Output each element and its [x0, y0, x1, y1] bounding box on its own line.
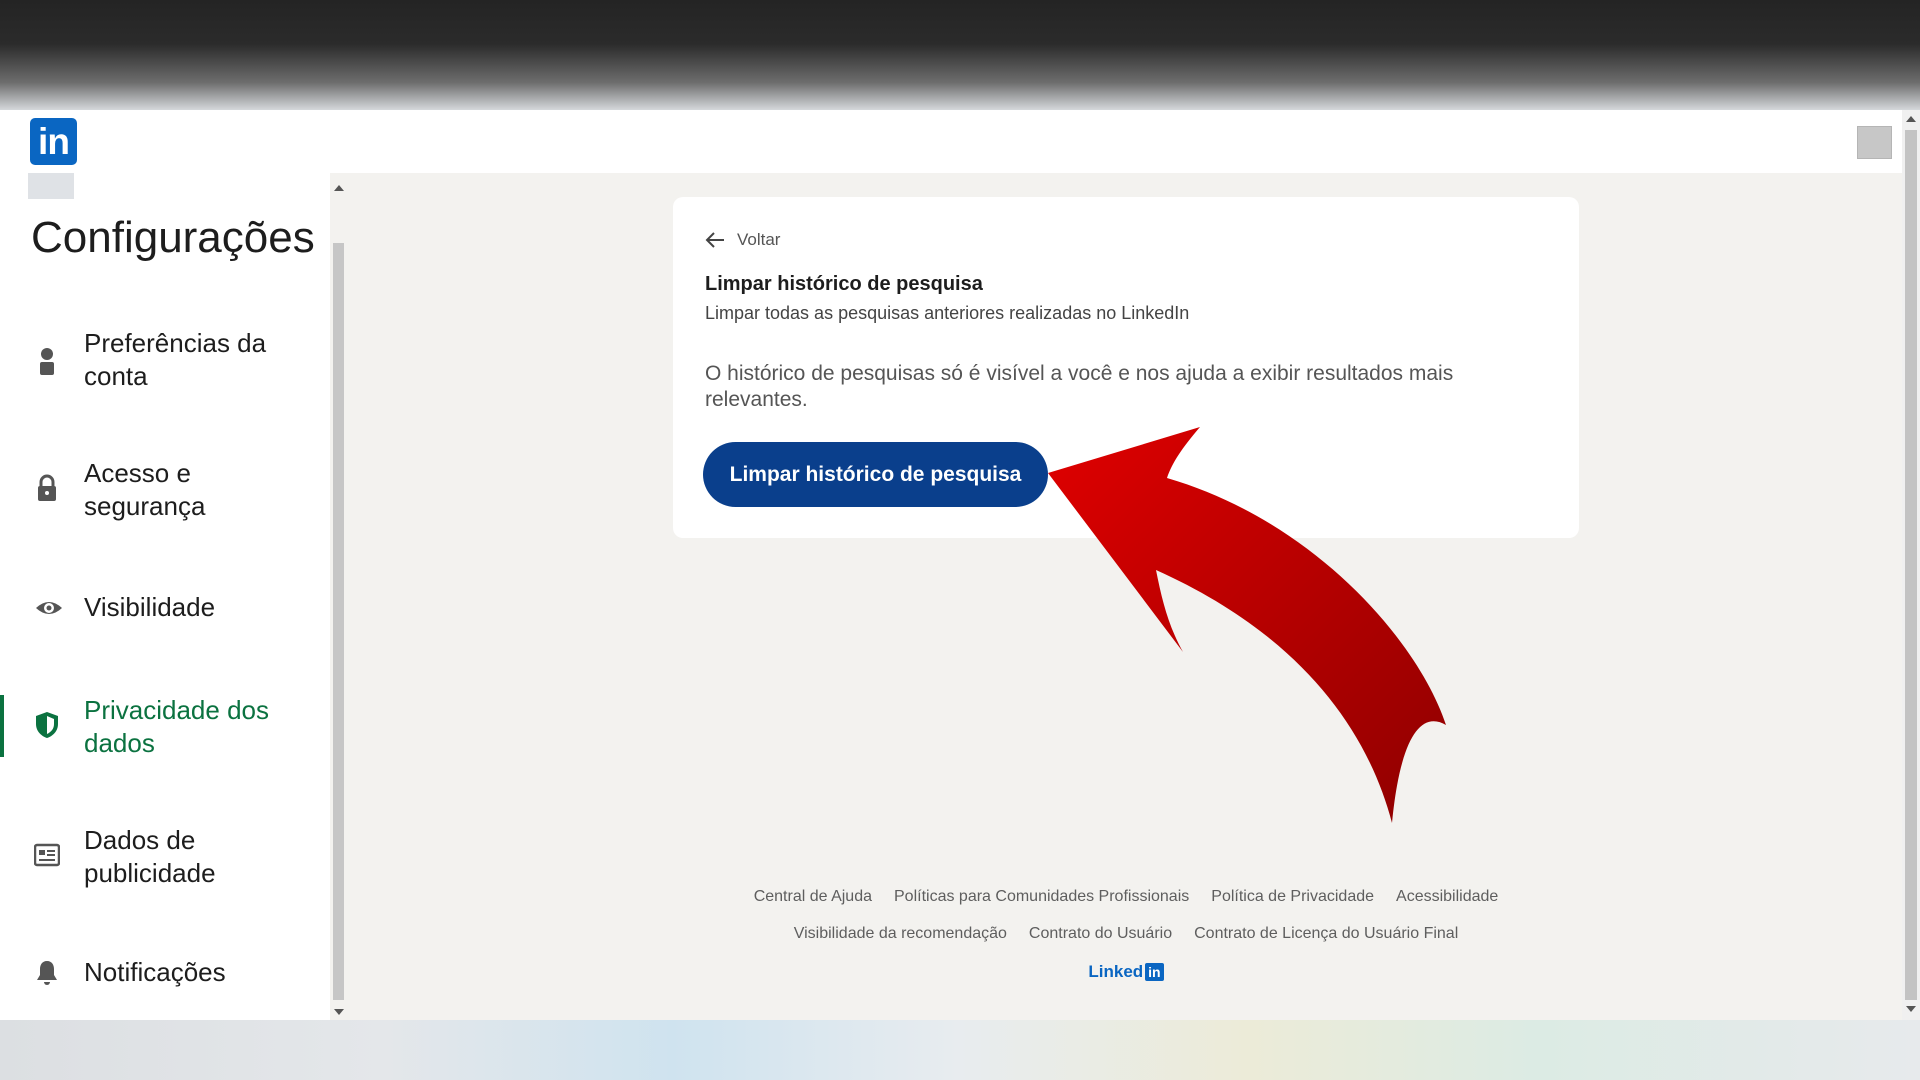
settings-sidebar: Configurações Preferências da conta Aces… — [0, 173, 330, 1020]
clear-search-history-card: Voltar Limpar histórico de pesquisa Limp… — [673, 197, 1579, 538]
sidebar-item-notifications[interactable]: Notificações — [0, 946, 330, 1006]
footer-links-row-1: Central de Ajuda Políticas para Comunida… — [673, 888, 1579, 906]
footer-link[interactable]: Política de Privacidade — [1211, 888, 1374, 906]
footer-link[interactable]: Acessibilidade — [1396, 888, 1498, 906]
sidebar-item-label: Notificações — [84, 957, 226, 987]
lock-icon — [38, 474, 56, 501]
footer-link[interactable]: Contrato de Licença do Usuário Final — [1194, 925, 1458, 943]
sidebar-tab-placeholder — [28, 173, 74, 199]
section-title: Limpar histórico de pesquisa — [705, 273, 983, 295]
back-link-label: Voltar — [737, 230, 781, 249]
sidebar-item-label: Acesso e segurança — [84, 458, 206, 521]
arrow-left-icon — [705, 232, 724, 248]
footer-brand-box: in — [1145, 963, 1164, 981]
person-icon — [40, 348, 54, 375]
footer-link[interactable]: Contrato do Usuário — [1029, 925, 1172, 943]
footer-link[interactable]: Visibilidade da recomendação — [794, 925, 1007, 943]
section-subtitle: Limpar todas as pesquisas anteriores rea… — [705, 303, 1190, 323]
shield-icon — [36, 712, 58, 738]
scrollbar-thumb[interactable] — [1905, 130, 1917, 1000]
footer: Central de Ajuda Políticas para Comunida… — [673, 888, 1579, 982]
avatar[interactable] — [1857, 126, 1892, 159]
browser-window: in Configurações Preferências da conta A… — [0, 110, 1920, 1020]
page-title: Configurações — [31, 213, 315, 262]
sidebar-item-label: Preferências da conta — [84, 328, 267, 391]
desktop-background-top — [0, 0, 1920, 110]
back-link[interactable]: Voltar — [705, 230, 780, 250]
bell-icon — [37, 961, 57, 985]
eye-icon — [36, 602, 62, 614]
sidebar-item-access-security[interactable]: Acesso e segurança — [0, 451, 330, 531]
sidebar-item-label: Privacidade dos dados — [84, 695, 269, 758]
scroll-up-icon[interactable] — [1906, 116, 1916, 122]
section-description: O histórico de pesquisas só é visível a … — [705, 362, 1454, 411]
active-indicator — [0, 695, 4, 757]
main-scrollbar[interactable] — [1902, 110, 1920, 1020]
sidebar-item-account-preferences[interactable]: Preferências da conta — [0, 321, 330, 401]
sidebar-item-label: Dados de publicidade — [84, 825, 216, 888]
sidebar-item-ad-data[interactable]: Dados de publicidade — [0, 816, 330, 896]
newspaper-icon — [34, 843, 60, 867]
scroll-down-icon[interactable] — [334, 1009, 344, 1015]
sidebar-item-visibility[interactable]: Visibilidade — [0, 581, 330, 641]
footer-link[interactable]: Políticas para Comunidades Profissionais — [894, 888, 1189, 906]
linkedin-logo-icon[interactable]: in — [30, 118, 77, 165]
footer-link[interactable]: Central de Ajuda — [754, 888, 872, 906]
top-header: in — [0, 110, 1920, 173]
scroll-down-icon[interactable] — [1906, 1006, 1916, 1012]
footer-brand-text: Linked — [1088, 962, 1144, 981]
sidebar-item-label: Visibilidade — [84, 592, 216, 622]
footer-links-row-2: Visibilidade da recomendação Contrato do… — [673, 925, 1579, 943]
desktop-background-bottom — [0, 1020, 1920, 1080]
scrollbar-thumb[interactable] — [333, 243, 344, 1000]
sidebar-scrollbar[interactable] — [330, 173, 348, 1020]
scroll-up-icon[interactable] — [334, 185, 344, 191]
sidebar-item-data-privacy[interactable]: Privacidade dos dados — [0, 686, 330, 766]
footer-linkedin-logo: Linked in — [1088, 962, 1164, 982]
clear-search-history-button[interactable]: Limpar histórico de pesquisa — [703, 442, 1048, 507]
